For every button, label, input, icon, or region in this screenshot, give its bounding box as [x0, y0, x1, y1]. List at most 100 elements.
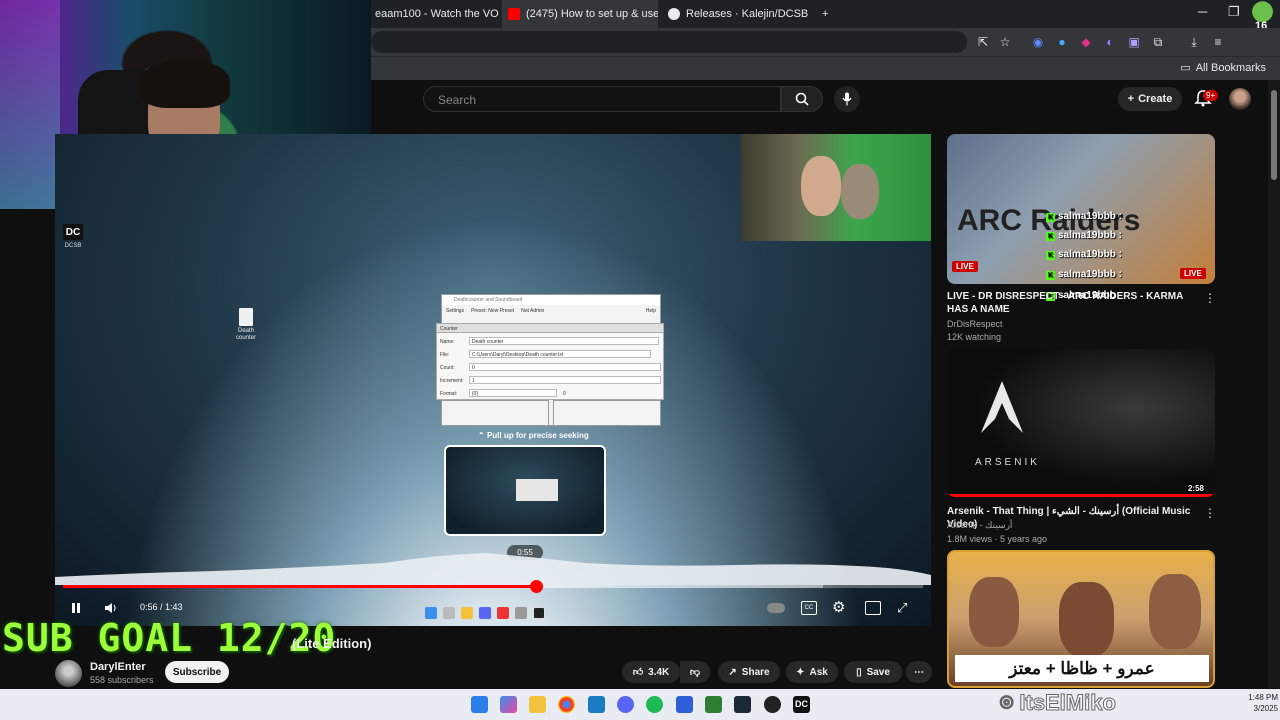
scrollbar-thumb[interactable] — [1271, 90, 1277, 180]
puzzle-icon[interactable]: ⧉ — [1150, 34, 1166, 50]
recommendation-thumbnail[interactable]: ARSENIK 2:58 — [947, 349, 1215, 497]
theater-mode-button[interactable] — [865, 601, 881, 615]
tab-search-icon[interactable]: ≡ — [1210, 34, 1226, 50]
recommendation-thumbnail[interactable]: ARC Raiders LIVE LIVE — [947, 134, 1215, 284]
field-label: Format: — [440, 391, 458, 397]
instagram-watermark: ⌾ ItsElMiko — [1000, 690, 1117, 716]
field-value: 1 — [469, 376, 661, 384]
chrome-icon[interactable] — [558, 696, 575, 713]
obs-icon[interactable] — [764, 696, 781, 713]
pull-up-hint: ⌃ Pull up for precise seeking — [478, 431, 589, 440]
more-options-icon[interactable]: ⋮ — [1204, 291, 1216, 305]
channel-avatar[interactable] — [55, 660, 82, 687]
pause-icon — [72, 603, 80, 613]
plus-icon: + — [1127, 93, 1135, 105]
ask-button[interactable]: ✦ Ask — [786, 661, 838, 683]
extension-icon[interactable]: ● — [1054, 34, 1070, 50]
youtube-icon — [508, 8, 520, 20]
bookmark-star-icon[interactable]: ☆ — [997, 34, 1013, 50]
save-button[interactable]: ▯ Save — [844, 661, 902, 683]
voice-search-button[interactable] — [834, 86, 860, 112]
sparkle-icon: ✦ — [796, 666, 805, 678]
field-value: Death counter — [469, 337, 659, 345]
recommendation-channel[interactable]: DrDisRespect — [947, 319, 1003, 329]
minimize-icon[interactable]: ─ — [1198, 4, 1207, 19]
format-preview: 0 — [563, 391, 566, 397]
file-explorer-icon[interactable] — [529, 696, 546, 713]
all-bookmarks-label: All Bookmarks — [1195, 61, 1266, 74]
new-tab-button[interactable]: + — [822, 0, 836, 28]
file-icon-label: Death counter — [235, 328, 256, 341]
more-options-icon[interactable]: ⋮ — [1204, 506, 1216, 520]
video-webcam-inset — [741, 134, 931, 241]
tab-label: Releases · Kalejin/DCSB — [686, 8, 809, 20]
app-icon[interactable] — [588, 696, 605, 713]
extension-icon[interactable]: ▣ — [1126, 34, 1142, 50]
account-avatar[interactable] — [1229, 88, 1251, 110]
extension-icon[interactable]: ◐ — [1102, 34, 1118, 50]
field-value: 0 — [469, 363, 661, 371]
volume-icon — [105, 603, 116, 613]
github-icon — [668, 8, 680, 20]
close-icon[interactable]: ✕ — [808, 7, 814, 21]
share-button[interactable]: ↗ Share — [718, 661, 780, 683]
recommendation-meta: 12K watching — [947, 332, 1002, 342]
captions-button[interactable]: CC — [801, 601, 817, 615]
download-icon[interactable]: ⤓ — [1186, 34, 1202, 50]
progress-played — [63, 585, 536, 588]
pause-button[interactable] — [68, 600, 84, 616]
search-icon — [795, 92, 809, 106]
channel-name[interactable]: DarylEnter — [90, 661, 146, 673]
share-icon: ↗ — [728, 666, 737, 678]
settings-gear-icon[interactable]: ⚙ — [832, 598, 845, 616]
spotify-icon[interactable] — [646, 696, 663, 713]
more-actions-button[interactable]: ⋯ — [906, 661, 932, 683]
search-button[interactable] — [781, 86, 823, 112]
watched-progress — [947, 494, 1215, 497]
autoplay-toggle[interactable] — [767, 603, 785, 613]
file-icon — [239, 308, 253, 326]
bookmark-icon: ▯ — [856, 666, 862, 678]
tab-label: eaam100 - Watch the VOD o — [375, 8, 499, 20]
tab-github[interactable]: Releases · Kalejin/DCSB ✕ — [664, 0, 814, 28]
recommendation-thumbnail[interactable]: عمرو + ظاظا + معتز — [947, 550, 1215, 688]
time-display: 0:56 / 1:43 — [140, 602, 183, 612]
tab-kick-vod[interactable]: eaam100 - Watch the VOD o ✕ — [371, 0, 499, 28]
progress-scrubber[interactable] — [530, 580, 543, 593]
all-bookmarks-button[interactable]: ▭ All Bookmarks — [1180, 61, 1266, 75]
volume-button[interactable] — [103, 600, 119, 616]
menu-item: Preset: New Preset — [471, 308, 515, 314]
fullscreen-icon[interactable]: ⤢ — [897, 600, 907, 616]
windows-start-icon[interactable] — [471, 696, 488, 713]
steam-icon[interactable] — [734, 696, 751, 713]
dislike-button[interactable]: 👎︎ — [680, 661, 710, 683]
field-label: Name: — [440, 339, 455, 345]
arsenik-logo — [981, 381, 1023, 433]
maximize-icon[interactable]: ❐ — [1228, 4, 1240, 20]
seek-preview-thumbnail — [444, 445, 606, 536]
microphone-icon — [842, 92, 852, 106]
app-icon[interactable] — [676, 696, 693, 713]
extension-icon[interactable]: ◆ — [1078, 34, 1094, 50]
system-clock[interactable]: 1:48 PM 3/2025 — [1228, 692, 1278, 714]
subscribe-button[interactable]: Subscribe — [165, 661, 229, 683]
extension-icon[interactable]: ◉ — [1030, 34, 1046, 50]
counter-form: Name: Death counter File: C:\Users\Daryl… — [436, 333, 664, 400]
menu-item: Not Admin — [521, 308, 545, 314]
recommendation-title[interactable]: LIVE - DR DISRESPECT - ARC RAIDERS - KAR… — [947, 290, 1192, 316]
address-bar[interactable] — [371, 31, 967, 53]
app-icon[interactable] — [705, 696, 722, 713]
like-button[interactable]: 👍︎ 3.4K — [622, 661, 680, 683]
thumbnail-text: ARSENIK — [975, 457, 1040, 468]
tab-label: (2475) How to set up & use — [526, 8, 658, 20]
tab-youtube[interactable]: (2475) How to set up & use 🔊︎ ✕ — [502, 0, 658, 28]
create-button[interactable]: + Create — [1118, 87, 1182, 111]
discord-icon[interactable] — [617, 696, 634, 713]
search-input[interactable]: Search — [423, 86, 781, 112]
copilot-icon[interactable] — [500, 696, 517, 713]
install-icon[interactable]: ⇱ — [975, 34, 991, 50]
field-value: C:\Users\Daryl\Desktop\Death counter.txt — [469, 350, 651, 358]
field-label: File: — [440, 352, 450, 358]
recommendation-channel[interactable]: Arsenik - أرسينك — [947, 520, 1012, 531]
dcsb-taskbar-icon[interactable]: DC — [793, 696, 810, 713]
